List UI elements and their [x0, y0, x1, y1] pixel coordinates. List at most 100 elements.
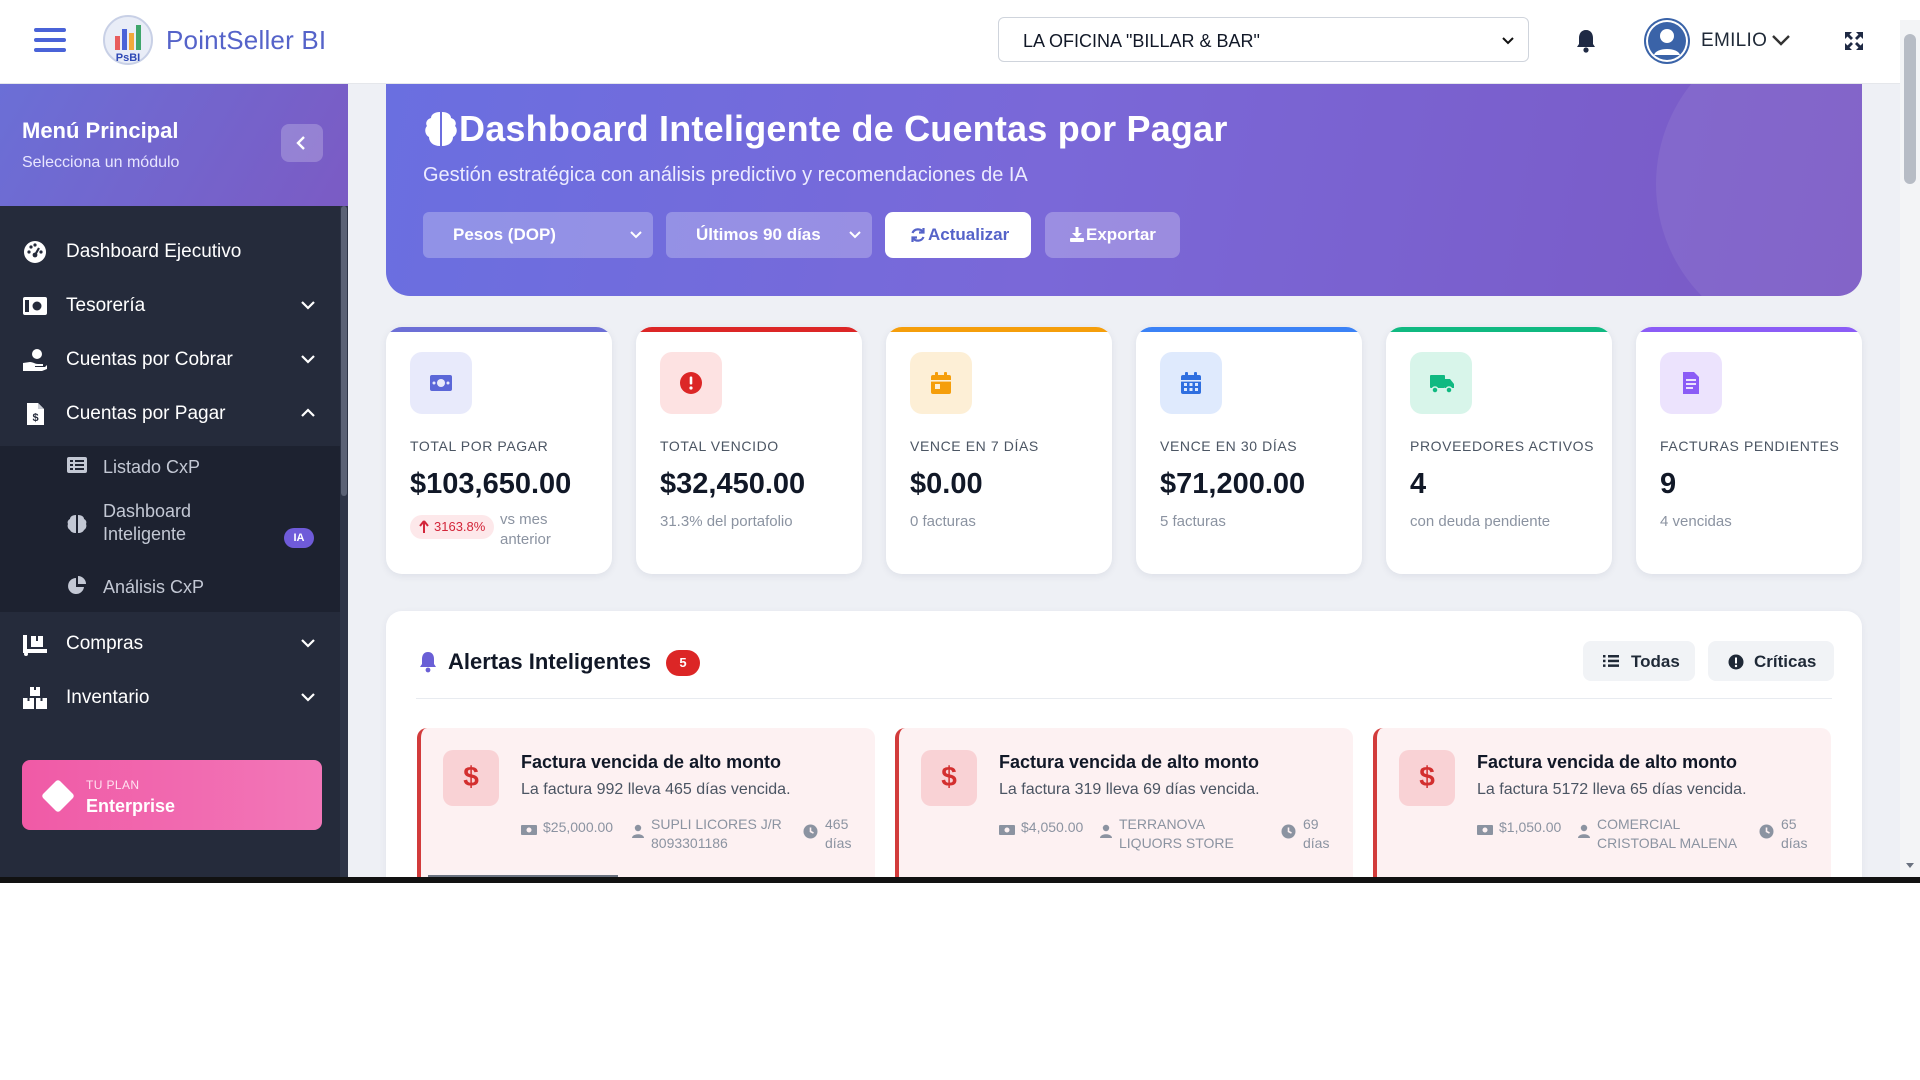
- sidebar-subitem-listado-cxp[interactable]: Listado CxP: [0, 446, 340, 490]
- truck-icon: [1430, 375, 1454, 394]
- chevron-up-icon: [301, 408, 315, 417]
- filter-todas-button[interactable]: Todas: [1583, 641, 1695, 681]
- user-icon: [1100, 824, 1112, 838]
- sidebar-item-label: Tesorería: [66, 295, 146, 316]
- alerts-count-badge: 5: [666, 650, 700, 676]
- page-scrollbar-thumb[interactable]: [1904, 34, 1916, 184]
- kpi-icon-box: [1660, 352, 1722, 414]
- refresh-button-label: Actualizar: [928, 225, 1010, 244]
- sidebar-subitem-label-line2: Inteligente: [103, 524, 187, 544]
- refresh-button[interactable]: Actualizar: [885, 212, 1031, 258]
- chevron-down-icon: [301, 693, 315, 702]
- kpi-label: PROVEEDORES ACTIVOS: [1410, 438, 1595, 454]
- kpi-value: 4: [1410, 468, 1427, 500]
- invoice-dollar-icon: $: [27, 403, 44, 425]
- user-name[interactable]: EMILIO: [1701, 30, 1767, 52]
- sidebar-item-label: Cuentas por Cobrar: [66, 349, 233, 370]
- dollar-icon: $: [443, 750, 499, 806]
- brain-icon: [425, 112, 457, 146]
- period-select[interactable]: Últimos 90 días: [666, 212, 872, 258]
- kpi-icon-box: [1160, 352, 1222, 414]
- calendar-day-icon: [931, 372, 951, 394]
- alert-card[interactable]: $ Factura vencida de alto monto La factu…: [417, 728, 875, 877]
- sidebar-item-label: Cuentas por Pagar: [66, 403, 226, 424]
- chevron-left-icon: [296, 136, 305, 150]
- sidebar-header: Menú Principal Selecciona un módulo: [0, 84, 348, 206]
- filter-criticas-button[interactable]: Críticas: [1708, 641, 1834, 681]
- kpi-accent-bar: [636, 327, 862, 332]
- ia-badge: IA: [284, 528, 314, 548]
- sidebar-item-label: Inventario: [66, 687, 150, 708]
- sidebar-collapse-button[interactable]: [281, 124, 323, 162]
- alerts-divider: [416, 698, 1832, 699]
- kpi-label: VENCE EN 7 DÍAS: [910, 438, 1039, 454]
- download-icon: [1070, 227, 1084, 242]
- sidebar-item-label: Compras: [66, 633, 144, 654]
- alert-card[interactable]: $ Factura vencida de alto monto La factu…: [895, 728, 1353, 877]
- sidebar-item-tesoreria[interactable]: Tesorería: [0, 278, 340, 332]
- alert-title: Factura vencida de alto monto: [1477, 752, 1738, 772]
- sidebar-subitem-dashboard-inteligente[interactable]: Dashboard Inteligente IA: [0, 492, 340, 558]
- filter-criticas-label: Críticas: [1754, 652, 1817, 671]
- export-button[interactable]: Exportar: [1045, 212, 1180, 258]
- kpi-card-total-vencido: TOTAL VENCIDO $32,450.00 31.3% del porta…: [636, 327, 862, 574]
- kpi-icon-box: [660, 352, 722, 414]
- sidebar-title: Menú Principal: [22, 118, 179, 143]
- list-icon: [1603, 655, 1619, 667]
- company-select-value: LA OFICINA "BILLAR & BAR": [1023, 31, 1260, 51]
- kpi-icon-box: [910, 352, 972, 414]
- fullscreen-icon[interactable]: [1843, 30, 1865, 52]
- alert-description: La factura 5172 lleva 65 días vencida.: [1477, 781, 1747, 798]
- scroll-down-arrow-icon[interactable]: [1905, 860, 1915, 870]
- period-select-value: Últimos 90 días: [696, 225, 821, 244]
- sidebar-subitem-label: Análisis CxP: [103, 577, 205, 597]
- alert-supplier-line1: TERRANOVA: [1119, 816, 1206, 832]
- alert-title: Factura vencida de alto monto: [521, 752, 782, 772]
- dollar-icon: $: [1399, 750, 1455, 806]
- company-select[interactable]: LA OFICINA "BILLAR & BAR": [998, 17, 1529, 62]
- alerts-title: Alertas Inteligentes: [448, 649, 651, 674]
- kpi-card-total-por-pagar: TOTAL POR PAGAR $103,650.00 3163.8% vs m…: [386, 327, 612, 574]
- alert-days-value: 465: [825, 816, 849, 832]
- alert-days-unit: días: [1781, 835, 1808, 851]
- money-bill-icon: [1477, 825, 1493, 835]
- trend-note: vs mes anterior: [500, 511, 551, 548]
- calendar-icon: [1181, 372, 1201, 394]
- kpi-card-vence-30-dias: VENCE EN 30 DÍAS $71,200.00 5 facturas: [1136, 327, 1362, 574]
- export-button-label: Exportar: [1086, 225, 1156, 244]
- currency-select[interactable]: Pesos (DOP): [423, 212, 653, 258]
- sidebar-item-compras[interactable]: Compras: [0, 616, 340, 670]
- alert-card[interactable]: $ Factura vencida de alto monto La factu…: [1373, 728, 1831, 877]
- alert-amount: $25,000.00: [543, 819, 614, 835]
- gauge-icon: [24, 241, 46, 263]
- chevron-down-icon[interactable]: [1770, 32, 1792, 48]
- bell-icon: [420, 652, 436, 673]
- sidebar-subitem-analisis-cxp[interactable]: Análisis CxP: [0, 566, 340, 610]
- sidebar-item-dashboard-ejecutivo[interactable]: Dashboard Ejecutivo: [0, 224, 340, 278]
- trend-value: 3163.8%: [434, 519, 486, 534]
- list-icon: [67, 457, 87, 473]
- file-invoice-icon: [1683, 372, 1699, 394]
- alert-supplier-line2: 8093301186: [651, 835, 728, 851]
- kpi-label: VENCE EN 30 DÍAS: [1160, 438, 1298, 454]
- kpi-icon-box: [1410, 352, 1472, 414]
- exclamation-circle-icon: [1728, 654, 1744, 670]
- alert-days-unit: días: [1303, 835, 1330, 851]
- user-avatar[interactable]: [1644, 18, 1690, 64]
- page-title: Dashboard Inteligente de Cuentas por Pag…: [459, 108, 1228, 149]
- sidebar-scrollbar-thumb[interactable]: [341, 206, 347, 496]
- plan-name: Enterprise: [86, 796, 176, 816]
- chevron-down-icon: [1502, 37, 1514, 45]
- sidebar-item-cuentas-por-cobrar[interactable]: Cuentas por Cobrar: [0, 332, 340, 386]
- kpi-subtext: 0 facturas: [910, 513, 976, 530]
- sidebar-item-cuentas-por-pagar[interactable]: $ Cuentas por Pagar: [0, 386, 340, 440]
- hamburger-menu-icon[interactable]: [34, 26, 66, 54]
- chevron-down-icon: [301, 355, 315, 364]
- sync-icon: [911, 228, 925, 242]
- kpi-card-vence-7-dias: VENCE EN 7 DÍAS $0.00 0 facturas: [886, 327, 1112, 574]
- bell-icon[interactable]: [1574, 28, 1598, 54]
- sidebar-item-inventario[interactable]: Inventario: [0, 670, 340, 724]
- chevron-down-icon: [630, 231, 642, 239]
- plan-card[interactable]: TU PLAN Enterprise: [22, 760, 322, 830]
- clock-icon: [1759, 824, 1774, 839]
